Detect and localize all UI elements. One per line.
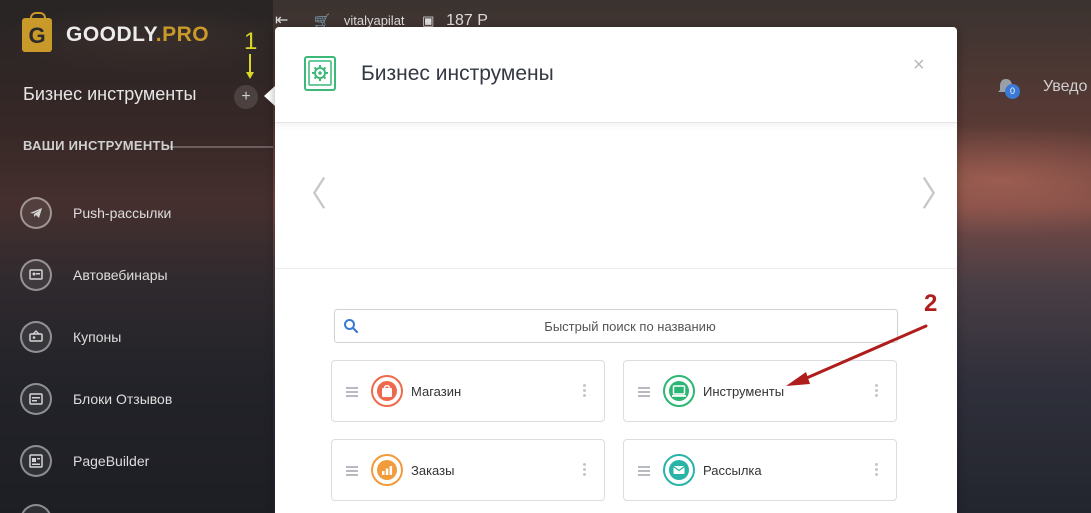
- add-tool-button[interactable]: +: [234, 85, 258, 109]
- tool-card-mailing[interactable]: Рассылка: [623, 439, 897, 501]
- drag-handle-icon[interactable]: [346, 387, 358, 399]
- sidebar-item-label: Автовебинары: [73, 267, 168, 283]
- annotation-arrow-2: [786, 324, 928, 386]
- logo-text: GOODLY.PRO: [66, 23, 210, 46]
- tool-label: Заказы: [411, 463, 455, 478]
- more-options-icon[interactable]: [583, 384, 587, 399]
- section-title: Бизнес инструменты: [23, 84, 197, 104]
- more-options-icon[interactable]: [583, 463, 587, 478]
- pagebuilder-icon: [20, 445, 52, 477]
- presentation-icon: [20, 259, 52, 291]
- sidebar: G GOODLY.PRO Бизнес инструменты + ВАШИ И…: [0, 0, 273, 513]
- more-icon: [20, 504, 52, 513]
- sidebar-item-label: PageBuilder: [73, 453, 150, 469]
- envelope-icon: [663, 454, 695, 486]
- logo-icon: G: [22, 12, 52, 52]
- tool-card-shop[interactable]: Магазин: [331, 360, 605, 422]
- shopping-bag-icon: [371, 375, 403, 407]
- reviews-icon: [20, 383, 52, 415]
- annotation-step-2: 2: [924, 290, 938, 317]
- modal-title: Бизнес инструмены: [361, 62, 554, 85]
- sidebar-item-pagebuilder[interactable]: PageBuilder: [20, 444, 149, 478]
- wallet-icon: ▣: [422, 13, 435, 28]
- sidebar-item-label: Купоны: [73, 329, 122, 345]
- drag-handle-icon[interactable]: [638, 466, 650, 478]
- drag-handle-icon[interactable]: [346, 466, 358, 478]
- sidebar-item-more[interactable]: [20, 503, 52, 513]
- carousel-prev-button[interactable]: 〈: [293, 167, 327, 216]
- username[interactable]: vitalyapilat: [344, 13, 405, 28]
- notifications-label: Уведо: [1043, 78, 1088, 95]
- sidebar-item-label: Push-рассылки: [73, 205, 172, 221]
- annotation-arrow-1: [246, 54, 254, 79]
- sidebar-item-label: Блоки Отзывов: [73, 391, 173, 407]
- carousel: 〈 〉: [275, 123, 957, 269]
- laptop-icon: [663, 375, 695, 407]
- tools-book-icon: [304, 56, 336, 91]
- coupon-icon: [20, 321, 52, 353]
- tool-card-orders[interactable]: Заказы: [331, 439, 605, 501]
- tools-heading: ВАШИ ИНСТРУМЕНТЫ: [23, 138, 174, 153]
- modal-header: Бизнес инструмены ×: [275, 27, 957, 123]
- logo[interactable]: G GOODLY.PRO: [22, 12, 210, 52]
- bar-chart-icon: [371, 454, 403, 486]
- notifications-badge: 0: [1005, 84, 1020, 99]
- tool-label: Инструменты: [703, 384, 785, 399]
- drag-handle-icon[interactable]: [638, 387, 650, 399]
- sidebar-item-push[interactable]: Push-рассылки: [20, 196, 171, 230]
- tool-label: Рассылка: [703, 463, 762, 478]
- sidebar-item-reviews[interactable]: Блоки Отзывов: [20, 382, 172, 416]
- cart-icon[interactable]: 🛒: [314, 13, 330, 28]
- sidebar-item-coupons[interactable]: Купоны: [20, 320, 121, 354]
- carousel-next-button[interactable]: 〉: [921, 167, 955, 216]
- more-options-icon[interactable]: [875, 463, 879, 478]
- telegram-icon: [20, 197, 52, 229]
- tool-label: Магазин: [411, 384, 462, 399]
- divider: [170, 146, 273, 148]
- search-icon: [344, 319, 359, 334]
- close-button[interactable]: ×: [913, 54, 925, 77]
- sidebar-item-webinars[interactable]: Автовебинары: [20, 258, 168, 292]
- notifications[interactable]: 0 Уведо: [995, 76, 1088, 99]
- popover-pointer: [264, 86, 275, 106]
